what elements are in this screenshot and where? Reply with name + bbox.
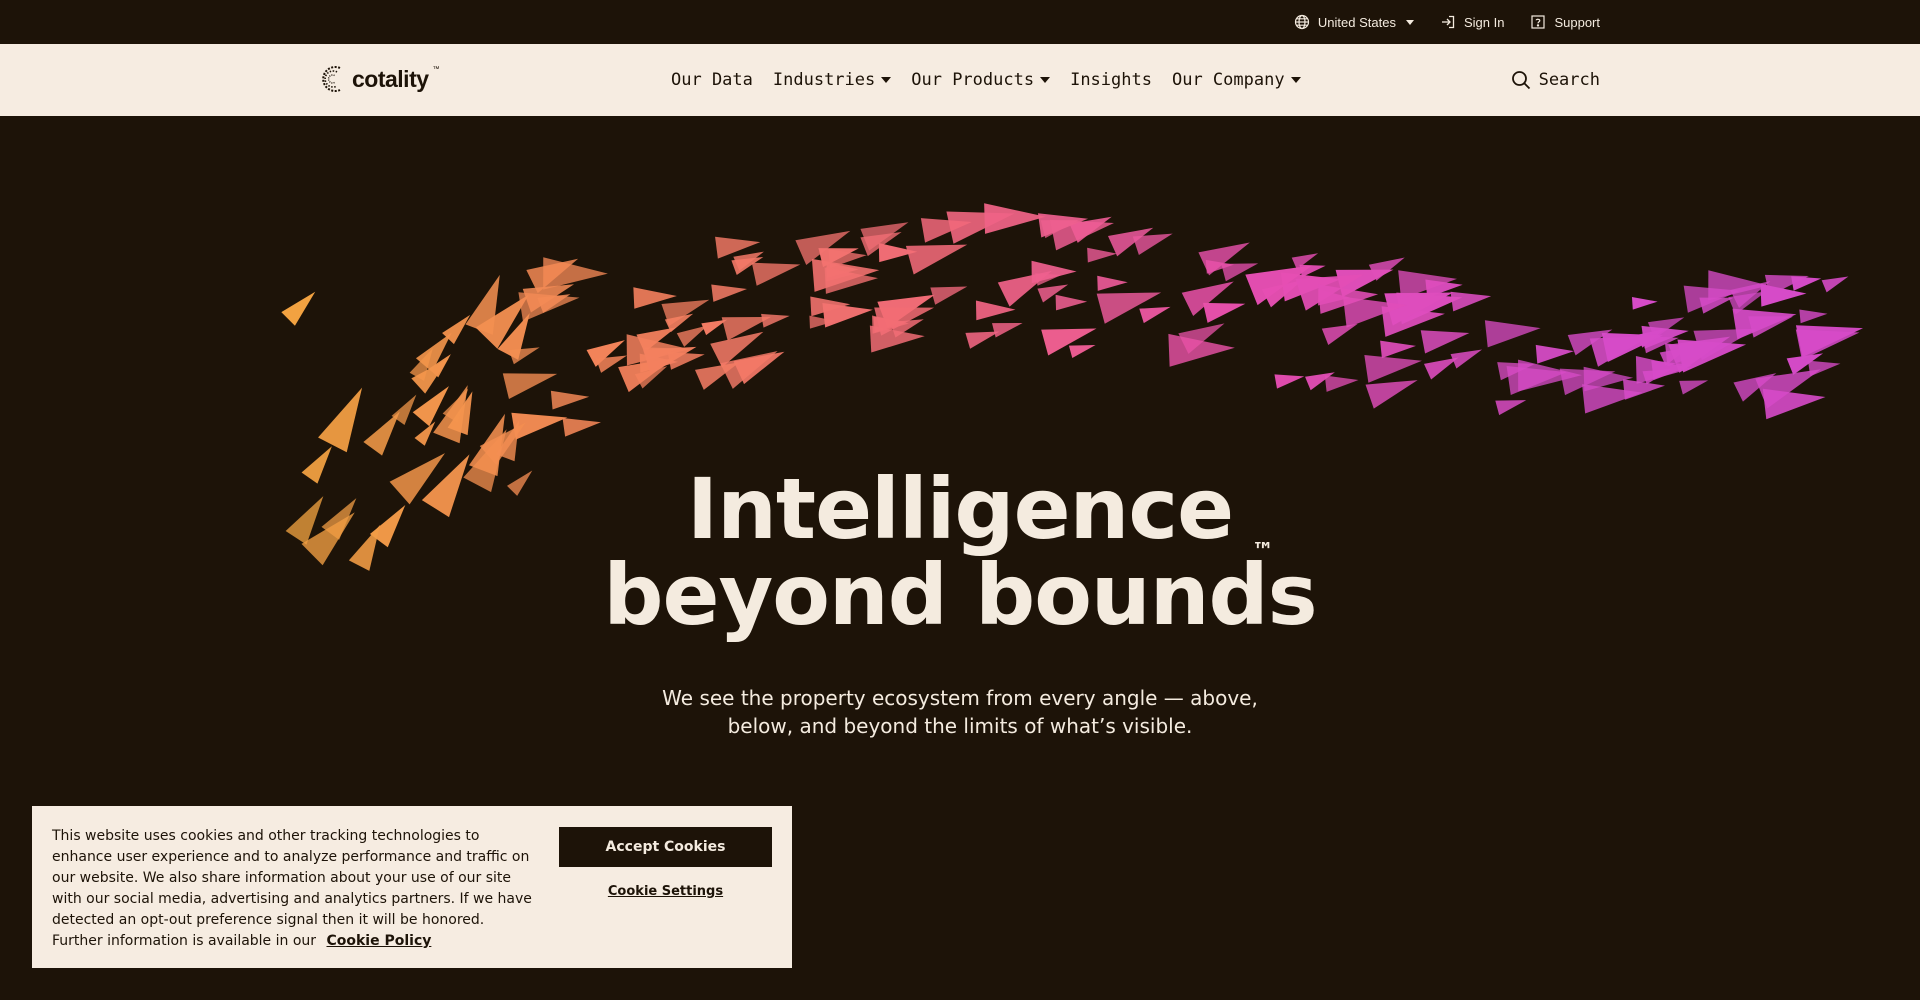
- main-navigation: cotality ™ Our Data Industries Our Produ…: [0, 44, 1920, 116]
- logo-mark-icon: [322, 66, 341, 92]
- swarm-triangle: [1535, 344, 1574, 364]
- chevron-down-icon: [1405, 19, 1414, 25]
- nav-item-our-products[interactable]: Our Products: [911, 70, 1051, 90]
- swarm-triangle: [1420, 330, 1470, 354]
- hero-title-line-2: beyond bounds: [603, 546, 1317, 644]
- nav-item-label: Our Company: [1171, 70, 1285, 90]
- hero-subtitle: We see the property ecosystem from every…: [662, 686, 1258, 738]
- chevron-down-icon: [1040, 77, 1051, 83]
- swarm-triangle: [1274, 374, 1305, 389]
- swarm-triangle: [550, 390, 590, 410]
- nav-item-our-company[interactable]: Our Company: [1172, 70, 1301, 90]
- cookie-policy-link[interactable]: Cookie Policy: [326, 933, 431, 949]
- swarm-triangle: [984, 203, 1046, 234]
- swarm-triangle: [1799, 309, 1828, 324]
- utility-bar: United States Sign In Support: [0, 0, 1920, 44]
- support-link[interactable]: Support: [1530, 14, 1600, 30]
- swarm-triangle: [1631, 296, 1658, 310]
- hero-title-line-1: Intelligence: [686, 460, 1234, 558]
- swarm-triangle: [433, 385, 468, 444]
- region-label: United States: [1317, 14, 1396, 30]
- cookie-message: This website uses cookies and other trac…: [52, 826, 532, 952]
- swarm-triangle: [1495, 400, 1527, 416]
- sign-in-link[interactable]: Sign In: [1440, 14, 1504, 30]
- sign-in-label: Sign In: [1463, 14, 1505, 30]
- swarm-triangle: [1450, 349, 1483, 369]
- swarm-triangle: [281, 291, 316, 326]
- swarm-triangle: [1031, 260, 1077, 284]
- accept-cookies-button[interactable]: Accept Cookies: [559, 827, 772, 867]
- globe-icon: [1294, 14, 1310, 30]
- nav-item-insights[interactable]: Insights: [1070, 70, 1152, 90]
- swarm-triangle: [1068, 345, 1096, 359]
- swarm-triangle: [992, 323, 1023, 338]
- swarm-triangle: [1055, 294, 1088, 311]
- support-label: Support: [1554, 14, 1600, 30]
- chevron-down-icon: [1290, 77, 1301, 83]
- nav-item-label: Our Data: [671, 70, 753, 90]
- chevron-down-icon: [881, 77, 892, 83]
- swarm-triangle: [930, 286, 968, 305]
- swarm-triangle: [711, 284, 747, 302]
- hero-trademark: ™: [1252, 539, 1274, 564]
- cotality-logo[interactable]: cotality ™: [318, 62, 440, 96]
- cookie-settings-link[interactable]: Cookie Settings: [559, 884, 772, 899]
- cookie-banner: This website uses cookies and other trac…: [32, 806, 792, 968]
- nav-item-industries[interactable]: Industries: [772, 70, 892, 90]
- swarm-triangle: [1139, 306, 1171, 324]
- swarm-triangle: [562, 418, 601, 437]
- swarm-triangle: [1821, 276, 1849, 293]
- swarm-triangle: [1679, 380, 1709, 395]
- search-label: Search: [1538, 70, 1600, 90]
- nav-links: Our Data Industries Our Products Insight…: [671, 44, 1301, 116]
- utility-links: United States Sign In Support: [1294, 0, 1600, 44]
- nav-item-label: Our Products: [911, 70, 1035, 90]
- logo-trademark: ™: [432, 66, 440, 73]
- nav-item-label: Insights: [1070, 70, 1152, 90]
- swarm-triangle: [1087, 247, 1117, 263]
- search-button[interactable]: Search: [1511, 44, 1600, 116]
- nav-item-our-data[interactable]: Our Data: [671, 70, 753, 90]
- swarm-triangle: [1097, 275, 1128, 291]
- logo-text: cotality: [352, 65, 429, 92]
- swarm-triangle: [511, 412, 568, 440]
- nav-item-label: Industries: [772, 70, 876, 90]
- sign-in-icon: [1441, 15, 1455, 29]
- search-icon: [1511, 71, 1530, 90]
- swarm-triangle: [1132, 233, 1173, 255]
- swarm-triangle: [1380, 340, 1416, 359]
- swarm-triangle: [1484, 320, 1541, 348]
- cookie-text: This website uses cookies and other trac…: [52, 828, 532, 949]
- help-icon: [1531, 15, 1546, 29]
- region-selector[interactable]: United States: [1294, 14, 1414, 30]
- hero-title: Intelligence beyond bounds: [0, 466, 1920, 638]
